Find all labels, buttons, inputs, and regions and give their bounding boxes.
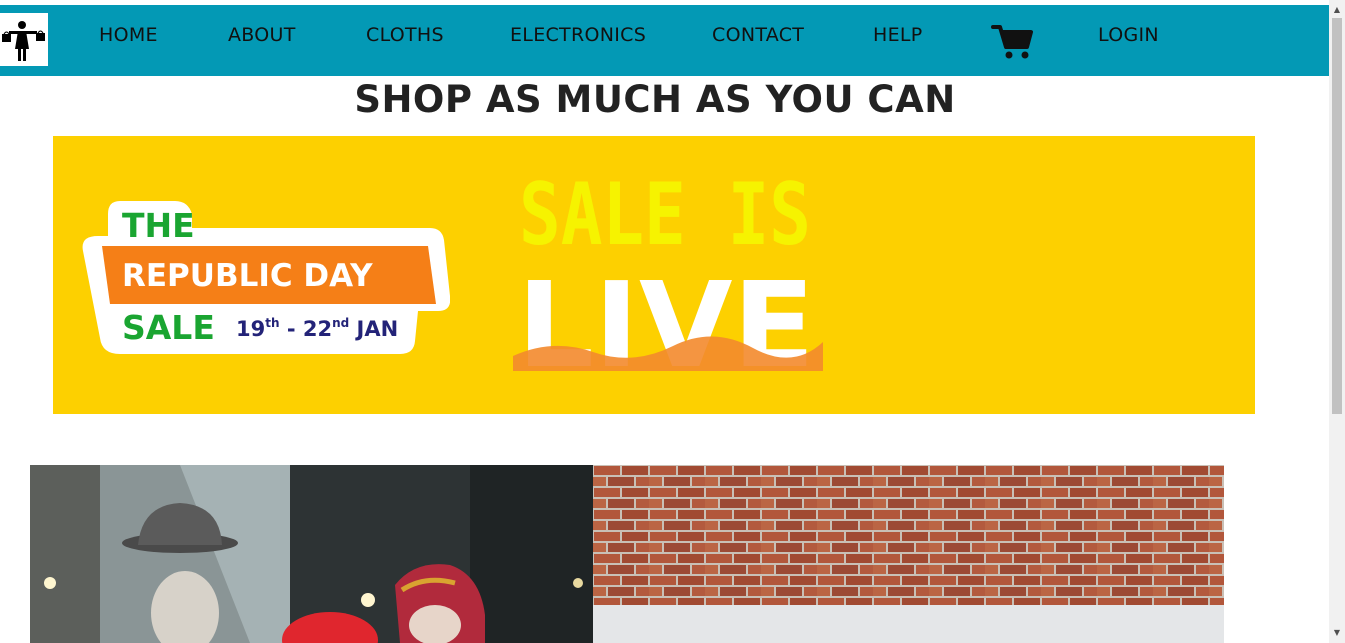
nav-help[interactable]: HELP: [873, 5, 923, 76]
vertical-scrollbar[interactable]: ▲ ▼: [1329, 0, 1345, 643]
scrollbar-thumb[interactable]: [1332, 18, 1342, 414]
shopping-cart-icon[interactable]: [991, 23, 1033, 61]
republic-day-sale-badge: THE REPUBLIC DAY SALE 19th - 22nd JAN: [80, 196, 451, 356]
sale-banner[interactable]: THE REPUBLIC DAY SALE 19th - 22nd JAN SA…: [53, 136, 1255, 414]
page: HOME ABOUT CLOTHS ELECTRONICS CONTACT HE…: [0, 0, 1345, 643]
badge-dates-text: 19th - 22nd JAN: [236, 316, 398, 341]
nav-contact[interactable]: CONTACT: [712, 5, 804, 76]
nav-about[interactable]: ABOUT: [228, 5, 296, 76]
sale-is-text: SALE IS: [519, 166, 811, 265]
navbar: HOME ABOUT CLOTHS ELECTRONICS CONTACT HE…: [0, 5, 1329, 76]
nav-home[interactable]: HOME: [99, 5, 158, 76]
badge-the-text: THE: [122, 206, 195, 245]
nav-login[interactable]: LOGIN: [1098, 5, 1159, 76]
scroll-down-arrow-icon[interactable]: ▼: [1329, 625, 1345, 641]
nav-cloths[interactable]: CLOTHS: [366, 5, 444, 76]
fashion-store-photo[interactable]: [30, 465, 593, 643]
brick-wall-photo[interactable]: [593, 465, 1224, 643]
scroll-up-arrow-icon[interactable]: ▲: [1329, 2, 1345, 18]
nav-electronics[interactable]: ELECTRONICS: [510, 5, 646, 76]
badge-sale-text: SALE: [122, 308, 215, 347]
badge-republic-day-text: REPUBLIC DAY: [122, 258, 373, 294]
page-headline: SHOP AS MUCH AS YOU CAN: [354, 78, 956, 121]
sale-is-live-art: SALE IS LIVE: [513, 165, 823, 394]
shopper-figure-icon[interactable]: [0, 13, 48, 66]
